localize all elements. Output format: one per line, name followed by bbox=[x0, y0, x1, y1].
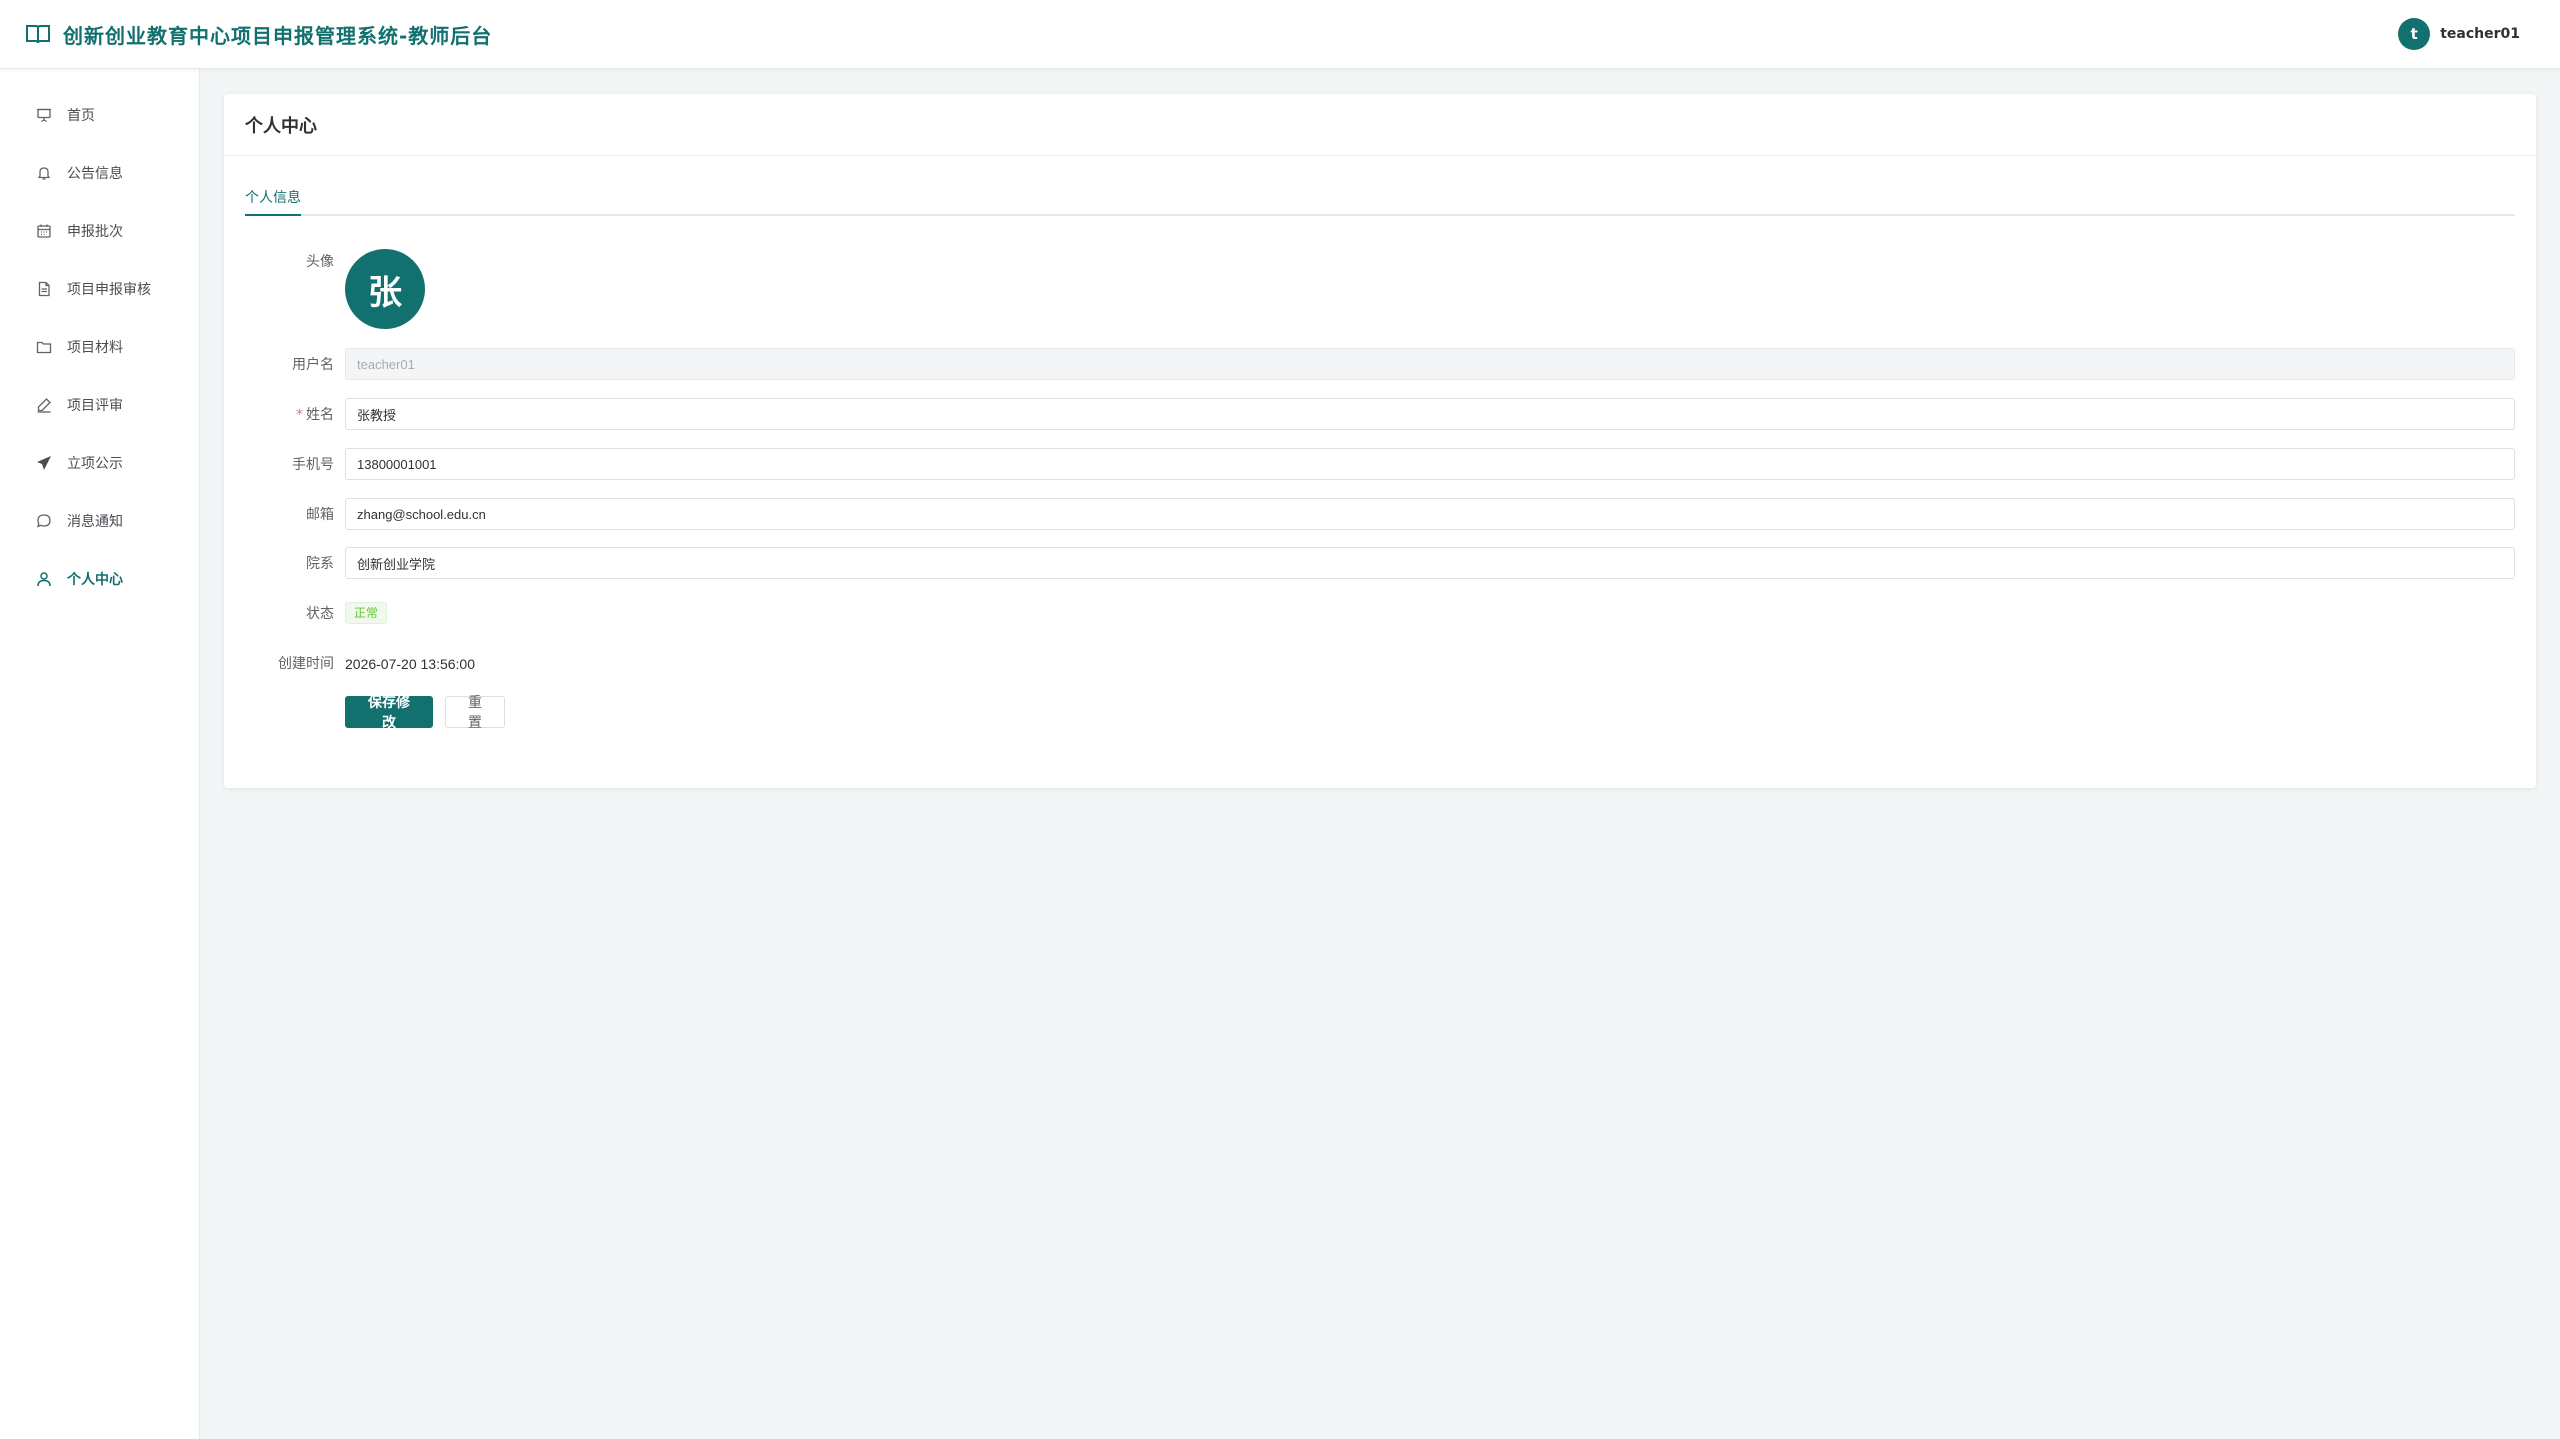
card-header: 个人中心 bbox=[224, 94, 2536, 156]
username-field: teacher01 bbox=[345, 348, 2515, 380]
name-control: 张教授 bbox=[345, 398, 2515, 430]
top-header: 创新创业教育中心项目申报管理系统-教师后台 t teacher01 bbox=[0, 0, 2560, 69]
sidebar-item-announcements[interactable]: 公告信息 bbox=[0, 144, 199, 202]
avatar[interactable]: t bbox=[2398, 18, 2431, 50]
phone-control: 13800001001 bbox=[345, 448, 2515, 480]
user-icon bbox=[35, 570, 53, 588]
page-title: 个人中心 bbox=[245, 115, 317, 137]
phone-field[interactable]: 13800001001 bbox=[345, 448, 2515, 480]
sidebar-item-materials[interactable]: 项目材料 bbox=[0, 318, 199, 376]
user-name[interactable]: teacher01 bbox=[2440, 26, 2520, 42]
created-time-value: 2026-07-20 13:56:00 bbox=[345, 655, 475, 672]
sidebar-item-label: 立项公示 bbox=[67, 456, 123, 472]
department-field[interactable]: 创新创业学院 bbox=[345, 547, 2515, 579]
sidebar-item-label: 项目评审 bbox=[67, 398, 123, 414]
department-label: 院系 bbox=[306, 556, 334, 572]
bell-icon bbox=[35, 164, 53, 182]
save-button[interactable]: 保存修改 bbox=[345, 695, 433, 731]
username-label: 用户名 bbox=[292, 357, 334, 373]
sidebar-item-evaluation[interactable]: 项目评审 bbox=[0, 376, 199, 434]
actions-row: 保存修改 重置 bbox=[224, 695, 2536, 731]
avatar-row: 头像 张 bbox=[224, 249, 2536, 329]
folder-icon bbox=[35, 338, 53, 356]
form-actions: 保存修改 重置 bbox=[345, 695, 505, 731]
sidebar-item-project-review-application[interactable]: 项目申报审核 bbox=[0, 260, 199, 318]
calendar-icon bbox=[35, 222, 53, 240]
username-control: teacher01 bbox=[345, 348, 2515, 380]
status-row: 状态 正常 bbox=[224, 597, 2536, 629]
profile-card: 个人中心 个人信息 头像 张 用户名 teacher01 * 姓名 张教授 手机号… bbox=[224, 94, 2536, 788]
status-control: 正常 bbox=[345, 602, 388, 624]
tab-profile-info[interactable]: 个人信息 bbox=[245, 184, 301, 216]
profile-avatar[interactable]: 张 bbox=[345, 249, 425, 329]
reset-button[interactable]: 重置 bbox=[445, 695, 505, 731]
sidebar: 首页 公告信息 申报批次 项目申报审核 项目材料 项目评审 立项公示 消息通知 … bbox=[0, 69, 200, 1439]
name-field[interactable]: 张教授 bbox=[345, 398, 2515, 430]
sidebar-item-label: 个人中心 bbox=[67, 572, 123, 588]
sidebar-item-messages[interactable]: 消息通知 bbox=[0, 492, 199, 550]
sidebar-item-label: 申报批次 bbox=[67, 224, 123, 240]
department-row: 院系 创新创业学院 bbox=[224, 547, 2536, 579]
presentation-icon bbox=[35, 106, 53, 124]
sidebar-item-label: 项目材料 bbox=[67, 340, 123, 356]
sidebar-item-label: 消息通知 bbox=[67, 514, 123, 530]
phone-row: 手机号 13800001001 bbox=[224, 448, 2536, 480]
name-label: * 姓名 bbox=[224, 404, 334, 424]
sidebar-item-label: 首页 bbox=[67, 108, 95, 124]
name-row: * 姓名 张教授 bbox=[224, 398, 2536, 430]
sidebar-item-batches[interactable]: 申报批次 bbox=[0, 202, 199, 260]
status-badge: 正常 bbox=[345, 602, 388, 624]
user-menu[interactable]: t teacher01 bbox=[2398, 18, 2520, 50]
sidebar-item-profile[interactable]: 个人中心 bbox=[0, 550, 199, 608]
status-label: 状态 bbox=[306, 606, 334, 622]
tab-bar: 个人信息 bbox=[245, 184, 2515, 216]
created-time-label: 创建时间 bbox=[278, 656, 334, 672]
avatar-control: 张 bbox=[345, 249, 425, 329]
chat-icon bbox=[35, 512, 53, 530]
username-row: 用户名 teacher01 bbox=[224, 348, 2536, 380]
avatar-label: 头像 bbox=[306, 254, 334, 270]
name-label-text: 姓名 bbox=[306, 407, 334, 423]
sidebar-item-label: 公告信息 bbox=[67, 166, 123, 182]
required-mark: * bbox=[296, 407, 303, 423]
app-title: 创新创业教育中心项目申报管理系统-教师后台 bbox=[63, 23, 493, 48]
sidebar-item-home[interactable]: 首页 bbox=[0, 86, 199, 144]
sidebar-item-publicity[interactable]: 立项公示 bbox=[0, 434, 199, 492]
document-icon bbox=[35, 280, 53, 298]
book-open-icon bbox=[25, 21, 51, 47]
email-field[interactable]: zhang@school.edu.cn bbox=[345, 498, 2515, 530]
brand: 创新创业教育中心项目申报管理系统-教师后台 bbox=[25, 20, 492, 49]
email-row: 邮箱 zhang@school.edu.cn bbox=[224, 498, 2536, 530]
phone-label: 手机号 bbox=[292, 457, 334, 473]
email-label: 邮箱 bbox=[306, 507, 334, 523]
created-time-control: 2026-07-20 13:56:00 bbox=[345, 654, 475, 673]
pen-icon bbox=[35, 396, 53, 414]
send-icon bbox=[35, 454, 53, 472]
sidebar-item-label: 项目申报审核 bbox=[67, 282, 151, 298]
created-time-row: 创建时间 2026-07-20 13:56:00 bbox=[224, 647, 2536, 679]
department-control: 创新创业学院 bbox=[345, 547, 2515, 579]
email-control: zhang@school.edu.cn bbox=[345, 498, 2515, 530]
